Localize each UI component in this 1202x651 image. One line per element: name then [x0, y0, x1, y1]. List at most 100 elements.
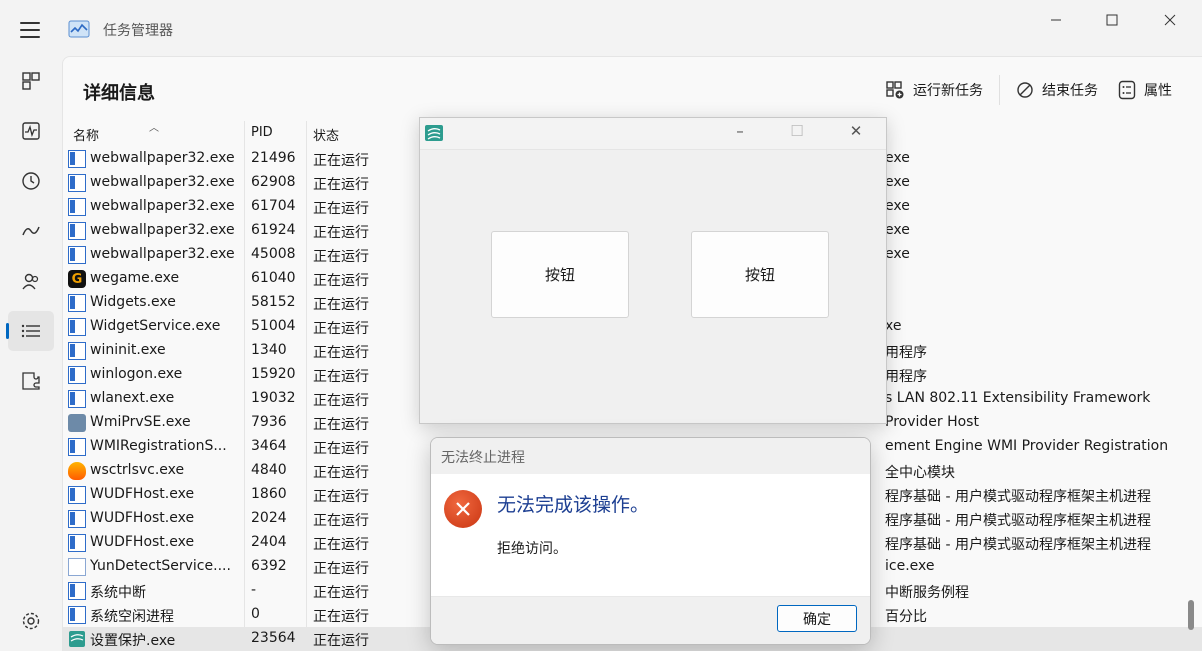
app-logo-icon [68, 630, 86, 648]
column-status-label: 状态 [313, 129, 340, 144]
process-pid: 23564 [251, 630, 296, 646]
close-icon [1164, 14, 1176, 26]
process-status: 正在运行 [313, 369, 369, 385]
run-new-task-button[interactable]: 运行新任务 [875, 75, 993, 105]
process-status: 正在运行 [313, 201, 369, 217]
document-icon [68, 558, 86, 576]
error-icon [444, 490, 482, 528]
left-nav [0, 56, 62, 651]
nav-services[interactable] [8, 361, 54, 401]
app-button-2[interactable]: 按钮 [691, 231, 829, 318]
process-description: 程序基础 - 用户模式驱动程序框架主机进程 [885, 537, 1151, 553]
process-status: 正在运行 [313, 153, 369, 169]
window-app-icon [68, 342, 86, 360]
process-description: 全中心模块 [885, 465, 955, 481]
details-list-icon [21, 324, 40, 338]
process-pid: 1860 [251, 486, 287, 502]
process-name: winlogon.exe [90, 366, 183, 382]
process-description: exe [885, 246, 910, 262]
process-pid: 2024 [251, 510, 287, 526]
run-new-task-label: 运行新任务 [913, 83, 983, 99]
process-status: 正在运行 [313, 417, 369, 433]
minimize-button[interactable] [1033, 6, 1079, 34]
process-status: 正在运行 [313, 465, 369, 481]
process-status: 正在运行 [313, 297, 369, 313]
processes-icon [22, 72, 40, 90]
process-name: wininit.exe [90, 342, 166, 358]
process-pid: 15920 [251, 366, 296, 382]
process-pid: 51004 [251, 318, 296, 334]
process-status: 正在运行 [313, 273, 369, 289]
process-status: 正在运行 [313, 585, 369, 601]
properties-button[interactable]: 属性 [1108, 75, 1182, 105]
ok-button[interactable]: 确定 [777, 605, 857, 632]
app-button-1[interactable]: 按钮 [491, 231, 629, 318]
process-name: WUDFHost.exe [90, 534, 195, 550]
process-description: 百分比 [885, 609, 927, 625]
nav-settings[interactable] [8, 601, 54, 641]
error-dialog: 无法终止进程 无法完成该操作。 拒绝访问。 确定 [430, 437, 871, 645]
nav-startup[interactable] [8, 211, 54, 251]
nav-users[interactable] [8, 261, 54, 301]
vertical-scrollbar[interactable] [1188, 600, 1194, 630]
column-header-name[interactable]: 名称 [73, 125, 99, 144]
maximize-button[interactable] [1089, 6, 1135, 34]
nav-processes[interactable] [8, 61, 54, 101]
process-pid: 6392 [251, 558, 287, 574]
toolbar: 运行新任务 结束任务 属性 [875, 75, 1182, 105]
menu-icon[interactable] [20, 22, 40, 38]
performance-icon [22, 122, 40, 140]
window-app-icon [68, 510, 86, 528]
nav-app-history[interactable] [8, 161, 54, 201]
process-pid: - [251, 582, 257, 598]
process-pid: 45008 [251, 246, 296, 262]
end-task-button[interactable]: 结束任务 [1006, 75, 1108, 105]
window-app-icon [68, 582, 86, 600]
users-icon [22, 273, 39, 290]
process-description: exe [885, 150, 910, 166]
maximize-icon [1106, 14, 1118, 26]
process-name: WUDFHost.exe [90, 486, 195, 502]
process-pid: 2404 [251, 534, 287, 550]
app-minimize-button[interactable]: – [725, 122, 755, 140]
window-app-icon [68, 150, 86, 168]
dialog-title: 无法终止进程 [441, 450, 525, 466]
app-close-button[interactable]: ✕ [841, 122, 871, 140]
process-description: 中断服务例程 [885, 585, 969, 601]
process-name: YunDetectService.... [90, 558, 231, 574]
process-name: WmiPrvSE.exe [90, 414, 191, 430]
process-status: 正在运行 [313, 633, 369, 649]
window-app-icon [68, 390, 86, 408]
properties-icon [1118, 80, 1136, 100]
process-name: webwallpaper32.exe [90, 246, 235, 262]
window-app-icon [68, 222, 86, 240]
close-button[interactable] [1147, 6, 1193, 34]
window-app-icon [68, 318, 86, 336]
new-task-icon [886, 81, 904, 99]
process-description: exe [885, 198, 910, 214]
wmi-gear-icon [68, 414, 86, 432]
process-pid: 19032 [251, 390, 296, 406]
nav-performance[interactable] [8, 111, 54, 151]
end-task-icon [1017, 82, 1033, 98]
column-header-status[interactable]: 状态 [313, 125, 339, 144]
process-status: 正在运行 [313, 393, 369, 409]
nav-details[interactable] [6, 311, 54, 351]
dialog-footer: 确定 [431, 596, 870, 644]
process-name: webwallpaper32.exe [90, 150, 235, 166]
process-description: xe [885, 318, 902, 334]
process-name: 设置保护.exe [90, 633, 176, 649]
window-app-icon [68, 534, 86, 552]
app-maximize-button[interactable]: ☐ [782, 122, 812, 140]
process-description: s LAN 802.11 Extensibility Framework [885, 390, 1151, 406]
process-status: 正在运行 [313, 225, 369, 241]
window-app-icon [68, 198, 86, 216]
process-name: 系统中断 [90, 585, 146, 601]
process-pid: 61040 [251, 270, 296, 286]
column-header-pid[interactable]: PID [251, 125, 273, 140]
task-manager-icon [68, 20, 90, 38]
process-description: ement Engine WMI Provider Registration [885, 438, 1169, 454]
process-status: 正在运行 [313, 513, 369, 529]
process-name: WMIRegistrationS... [90, 438, 227, 454]
security-shield-icon [68, 462, 86, 480]
